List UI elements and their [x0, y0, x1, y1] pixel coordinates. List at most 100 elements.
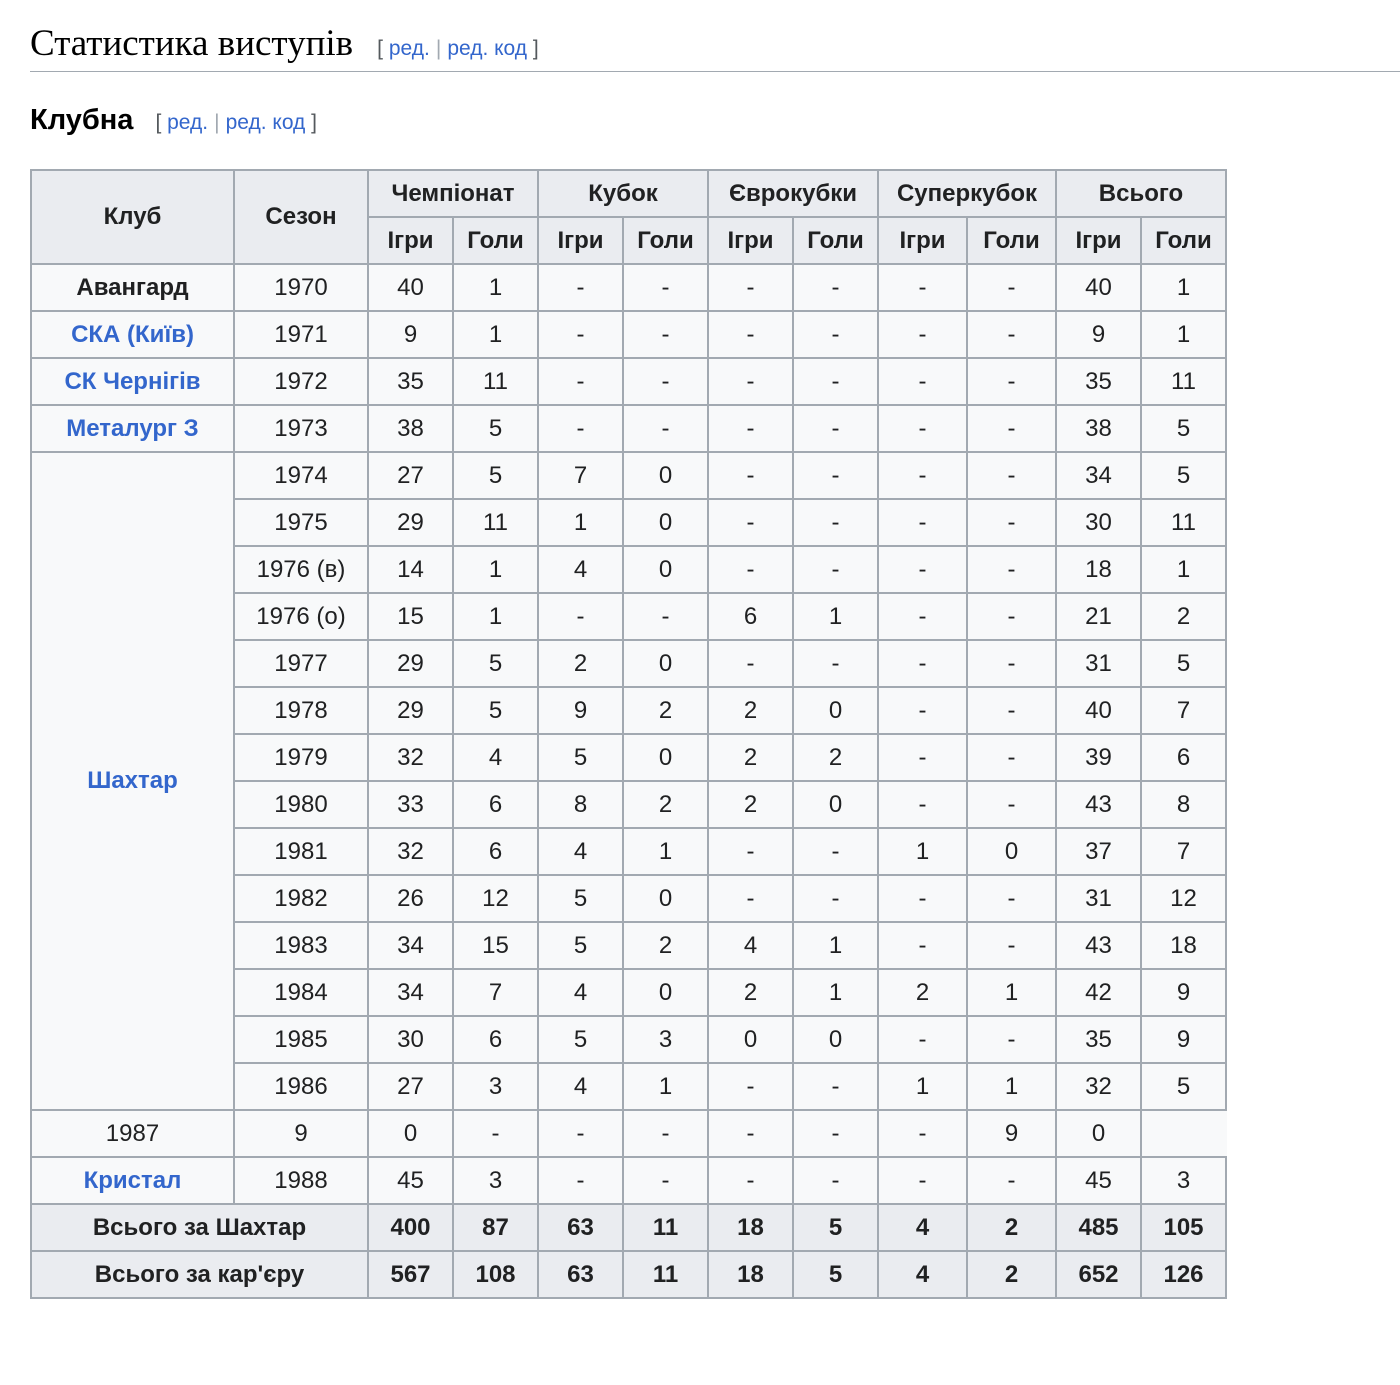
table-row: Шахтар 1974 27 5 7 0- - - -34 5 [30, 451, 1227, 1111]
totals-cell: 11 [622, 1203, 709, 1252]
table-row: Металург З 1973 38 5- - - - - -38 5 [30, 404, 1227, 453]
stat-cell: 11 [452, 498, 539, 547]
stat-cell: - [877, 1015, 968, 1064]
stat-cell: - [966, 1015, 1057, 1064]
stat-cell: 37 [1055, 827, 1142, 876]
stat-cell: - [707, 1062, 794, 1111]
totals-cell: 63 [537, 1203, 624, 1252]
totals-cell: 2 [966, 1203, 1057, 1252]
stat-cell: 1 [966, 968, 1057, 1017]
totals-cell: 18 [707, 1250, 794, 1299]
stat-cell: - [877, 545, 968, 594]
stat-cell: 40 [1055, 263, 1142, 312]
header-games: Ігри [537, 216, 624, 265]
stat-cell: 45 [367, 1156, 454, 1205]
stat-cell: 1 [792, 592, 879, 641]
season-cell: 1972 [233, 357, 369, 406]
stat-cell: 12 [1140, 874, 1227, 923]
season-cell: 1971 [233, 310, 369, 359]
stat-cell: 11 [452, 357, 539, 406]
stat-cell: - [707, 263, 794, 312]
stat-cell: 34 [1055, 451, 1142, 500]
stat-cell: 6 [452, 1015, 539, 1064]
totals-cell: 4 [877, 1250, 968, 1299]
stat-cell: 8 [1140, 780, 1227, 829]
stat-cell: 35 [1055, 357, 1142, 406]
stat-cell: 1 [622, 827, 709, 876]
stat-cell: - [792, 545, 879, 594]
club-cell: Шахтар [30, 451, 235, 1111]
header-goals: Голи [1140, 216, 1227, 265]
stat-cell: 11 [1140, 357, 1227, 406]
table-row: Авангард 1970 40 1- - - - - -40 1 [30, 263, 1227, 312]
stat-cell: - [707, 639, 794, 688]
stat-cell: 21 [1055, 592, 1142, 641]
edit-code-link[interactable]: ред. код [226, 111, 306, 134]
header-games: Ігри [877, 216, 968, 265]
club-link[interactable]: Металург З [66, 415, 198, 442]
club-link[interactable]: Кристал [84, 1167, 182, 1194]
stat-cell: 5 [1140, 404, 1227, 453]
stat-cell: 32 [1055, 1062, 1142, 1111]
stat-cell: 2 [792, 733, 879, 782]
table-row: СКА (Київ) 1971 9 1- - - - - -9 1 [30, 310, 1227, 359]
stat-cell: 5 [537, 1015, 624, 1064]
totals-cell: 126 [1140, 1250, 1227, 1299]
header-group: Суперкубок [877, 169, 1057, 218]
stat-cell: - [707, 827, 794, 876]
stat-cell: 30 [367, 1015, 454, 1064]
season-cell: 1970 [233, 263, 369, 312]
stat-cell: - [707, 404, 794, 453]
club-cell: Авангард [30, 263, 235, 312]
edit-code-link[interactable]: ред. код [447, 37, 527, 60]
season-cell: 1984 [233, 968, 369, 1017]
season-cell: 1981 [233, 827, 369, 876]
club-link[interactable]: СКА (Київ) [71, 321, 194, 348]
section-title: Статистика виступів [30, 23, 354, 64]
stat-cell: - [966, 1156, 1057, 1205]
header-club: Клуб [30, 169, 235, 265]
stat-cell: 6 [452, 780, 539, 829]
stat-cell: 5 [1140, 1062, 1227, 1111]
totals-cell: 400 [367, 1203, 454, 1252]
stat-cell: 2 [1140, 592, 1227, 641]
stat-cell: 9 [233, 1109, 369, 1158]
stat-cell: - [707, 357, 794, 406]
club-link[interactable]: Шахтар [87, 767, 178, 794]
totals-cell: 11 [622, 1250, 709, 1299]
stat-cell: 2 [622, 780, 709, 829]
stat-cell: - [537, 310, 624, 359]
club-link[interactable]: СК Чернігів [64, 368, 200, 395]
stat-cell: 29 [367, 639, 454, 688]
stat-cell: 5 [452, 686, 539, 735]
stat-cell: 0 [792, 780, 879, 829]
totals-cell: 108 [452, 1250, 539, 1299]
club-cell: Кристал [30, 1156, 235, 1205]
totals-row: Всього за кар'єру 567 108 63 11 18 5 4 2 652 126 [30, 1250, 1227, 1299]
stat-cell: 5 [537, 874, 624, 923]
stat-cell: - [966, 733, 1057, 782]
stat-cell: - [792, 263, 879, 312]
stat-cell: 0 [622, 639, 709, 688]
stat-cell: - [877, 357, 968, 406]
stat-cell: - [966, 404, 1057, 453]
season-cell: 1976 (о) [233, 592, 369, 641]
stat-cell: 1 [792, 968, 879, 1017]
stat-cell: - [877, 639, 968, 688]
stat-cell: 5 [452, 404, 539, 453]
stat-cell: 0 [622, 498, 709, 547]
stat-cell: 31 [1055, 874, 1142, 923]
edit-link[interactable]: ред. [167, 111, 208, 134]
stat-cell: 35 [367, 357, 454, 406]
stat-cell: - [792, 357, 879, 406]
stat-cell: 29 [367, 498, 454, 547]
stat-cell: - [966, 451, 1057, 500]
stat-cell: 32 [367, 733, 454, 782]
stat-cell: - [622, 310, 709, 359]
stat-cell: - [707, 451, 794, 500]
edit-link[interactable]: ред. [389, 37, 430, 60]
stat-cell: - [877, 780, 968, 829]
stat-cell: - [707, 1109, 794, 1158]
bracket-close: ] [532, 37, 539, 60]
stat-cell: 26 [367, 874, 454, 923]
